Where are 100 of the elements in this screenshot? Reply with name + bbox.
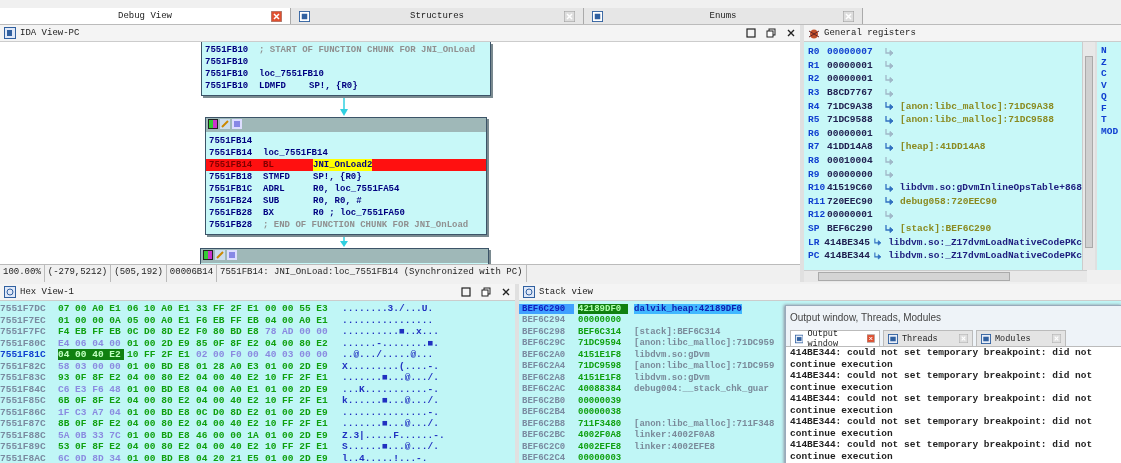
hex-bytes[interactable]: E4 06 04 00: [58, 337, 124, 349]
hex-bytes[interactable]: 04 00 80 E2: [265, 337, 331, 349]
hex-bytes[interactable]: 01 00 BD E8: [127, 452, 193, 463]
hex-bytes[interactable]: F0 80 BD E8: [196, 326, 262, 338]
stack-address[interactable]: BEF6C2B8: [519, 418, 574, 429]
hex-bytes[interactable]: 10 FF 2F E1: [265, 418, 331, 430]
hex-bytes[interactable]: 06 10 A0 E1: [127, 303, 193, 315]
hex-bytes[interactable]: 04 00 A0 E1: [196, 383, 262, 395]
hex-bytes[interactable]: 01 00 2D E9: [265, 406, 331, 418]
register-value[interactable]: 00000000: [827, 168, 883, 180]
hex-bytes[interactable]: 0C D0 8D E2: [196, 406, 262, 418]
stack-address[interactable]: BEF6C298: [519, 326, 574, 337]
stack-address[interactable]: BEF6C2AC: [519, 384, 574, 395]
code-line[interactable]: 7551FB14: [206, 135, 486, 147]
hex-bytes[interactable]: 10 FF 2F E1: [265, 372, 331, 384]
hex-bytes[interactable]: 01 28 A0 E3: [196, 360, 262, 372]
color-icon[interactable]: [208, 119, 218, 129]
hex-bytes[interactable]: 10 FF 2F E1: [265, 395, 331, 407]
register-value[interactable]: 41519C60: [826, 182, 883, 194]
code-line[interactable]: 7551FB10: [202, 56, 490, 68]
hex-bytes[interactable]: 01 00 BD E8: [127, 383, 193, 395]
stack-address[interactable]: BEF6C2B4: [519, 407, 574, 418]
hex-bytes[interactable]: 04 00 40 E2: [196, 441, 262, 453]
hex-bytes[interactable]: 04 20 21 E5: [196, 452, 262, 463]
register-value[interactable]: 414BE345: [824, 236, 873, 248]
hex-bytes[interactable]: F6 EB FF EB: [196, 314, 262, 326]
register-value[interactable]: 720EEC90: [827, 195, 883, 207]
code-line[interactable]: 7551FB24 SUB R0, R0, #: [206, 195, 486, 207]
hex-bytes[interactable]: 01 00 2D E9: [265, 360, 331, 372]
hex-bytes[interactable]: 40 03 00 00: [265, 349, 331, 361]
hex-bytes[interactable]: 04 00 40 E2: [196, 395, 262, 407]
tab[interactable]: Modules: [976, 330, 1066, 346]
hex-bytes[interactable]: 1F C3 A7 04: [58, 406, 124, 418]
maximize-icon[interactable]: [746, 28, 756, 38]
code-line[interactable]: 7551FB10 ; START OF FUNCTION CHUNK FOR JNI_OnLoad: [202, 44, 490, 56]
stack-address[interactable]: BEF6C29C: [519, 338, 574, 349]
register-value[interactable]: 00000001: [827, 209, 883, 221]
tab[interactable]: Output window: [790, 330, 880, 346]
tab[interactable]: Structures: [291, 8, 584, 24]
hex-bytes[interactable]: 07 00 A0 E1: [58, 303, 124, 315]
hex-bytes[interactable]: 10 FF 2F E1: [127, 349, 193, 361]
register-value[interactable]: 71DC9A38: [827, 100, 883, 112]
hex-bytes[interactable]: 6C 0D 8D 34: [58, 452, 124, 463]
code-line[interactable]: 7551FB1C ADRL R0, loc_7551FA54: [206, 183, 486, 195]
hex-bytes[interactable]: 04 00 40 E2: [196, 418, 262, 430]
hex-bytes[interactable]: 53 0F 8F E2: [58, 441, 124, 453]
register-value[interactable]: 00000001: [827, 127, 883, 139]
hex-bytes[interactable]: 04 00 80 E2: [127, 372, 193, 384]
hex-bytes[interactable]: 04 00 80 E2: [127, 418, 193, 430]
register-value[interactable]: 00000001: [827, 59, 883, 71]
hex-bytes[interactable]: 46 00 00 1A: [196, 429, 262, 441]
stack-address[interactable]: BEF6C294: [519, 315, 574, 326]
register-value[interactable]: 00000001: [827, 73, 883, 85]
code-line[interactable]: 7551FB28 ; END OF FUNCTION CHUNK FOR JNI_OnLoad: [206, 219, 486, 231]
stack-address[interactable]: BEF6C290: [519, 303, 574, 314]
hex-bytes[interactable]: 01 00 00 0A: [58, 314, 124, 326]
hex-bytes[interactable]: 01 00 BD E8: [127, 360, 193, 372]
register-value[interactable]: 71DC9588: [827, 114, 883, 126]
scrollbar[interactable]: [1082, 42, 1095, 270]
code-line[interactable]: 7551FB18 STMFD SP!, {R0}: [206, 171, 486, 183]
hex-bytes[interactable]: 05 00 A0 E1: [127, 314, 193, 326]
register-value[interactable]: 414BE344: [824, 250, 873, 262]
hex-bytes[interactable]: 04 00 80 E2: [127, 395, 193, 407]
restore-icon[interactable]: [766, 28, 776, 38]
hex-bytes[interactable]: 5A 0B 33 7C: [58, 429, 124, 441]
hex-bytes[interactable]: 78 AD 00 00: [265, 326, 331, 338]
hex-bytes[interactable]: 01 00 BD E8: [127, 406, 193, 418]
stack-address[interactable]: BEF6C2C0: [519, 441, 574, 452]
hex-bytes[interactable]: F4 EB FF EB: [58, 326, 124, 338]
tab[interactable]: Threads: [883, 330, 973, 346]
hex-bytes[interactable]: 01 00 BD E8: [127, 429, 193, 441]
register-value[interactable]: BEF6C290: [827, 223, 883, 234]
code-line[interactable]: 7551FB28 BX R0 ; loc_7551FA50: [206, 207, 486, 219]
register-value[interactable]: 00000007: [827, 46, 883, 58]
hex-bytes[interactable]: C6 E3 F6 48: [58, 383, 124, 395]
code-line[interactable]: 7551FB10 loc_7551FB10: [202, 68, 490, 80]
tab[interactable]: Debug View: [0, 8, 291, 24]
hex-bytes[interactable]: 10 FF 2F E1: [265, 441, 331, 453]
hex-bytes[interactable]: 33 FF 2F E1: [196, 303, 262, 315]
hex-bytes[interactable]: 8B 0F 8F E2: [58, 418, 124, 430]
stack-address[interactable]: BEF6C2A8: [519, 372, 574, 383]
color-icon[interactable]: [203, 250, 213, 260]
hex-bytes[interactable]: 04 00 A0 E1: [265, 314, 331, 326]
code-line[interactable]: 7551FB10 LDMFD SP!, {R0}: [202, 80, 490, 92]
hex-bytes[interactable]: 58 03 00 00: [58, 360, 124, 372]
hex-bytes[interactable]: 04 00 40 E2: [58, 349, 124, 361]
hex-bytes[interactable]: 04 00 40 E2: [196, 372, 262, 384]
restore-icon[interactable]: [481, 287, 491, 297]
code-line[interactable]: 7551FB14 loc_7551FB14: [206, 147, 486, 159]
stack-address[interactable]: BEF6C2BC: [519, 430, 574, 441]
stack-address[interactable]: BEF6C2A0: [519, 349, 574, 360]
hex-bytes[interactable]: 01 00 2D E9: [127, 337, 193, 349]
hex-bytes[interactable]: 02 00 F0 00: [196, 349, 262, 361]
hex-bytes[interactable]: 93 0F 8F E2: [58, 372, 124, 384]
graph-icon[interactable]: [232, 119, 242, 129]
hex-bytes[interactable]: 01 00 2D E9: [265, 429, 331, 441]
register-value[interactable]: B8CD7767: [827, 87, 883, 99]
register-value[interactable]: 00010004: [827, 155, 883, 167]
hex-bytes[interactable]: 04 00 80 E2: [127, 441, 193, 453]
hex-bytes[interactable]: 6B 0F 8F E2: [58, 395, 124, 407]
